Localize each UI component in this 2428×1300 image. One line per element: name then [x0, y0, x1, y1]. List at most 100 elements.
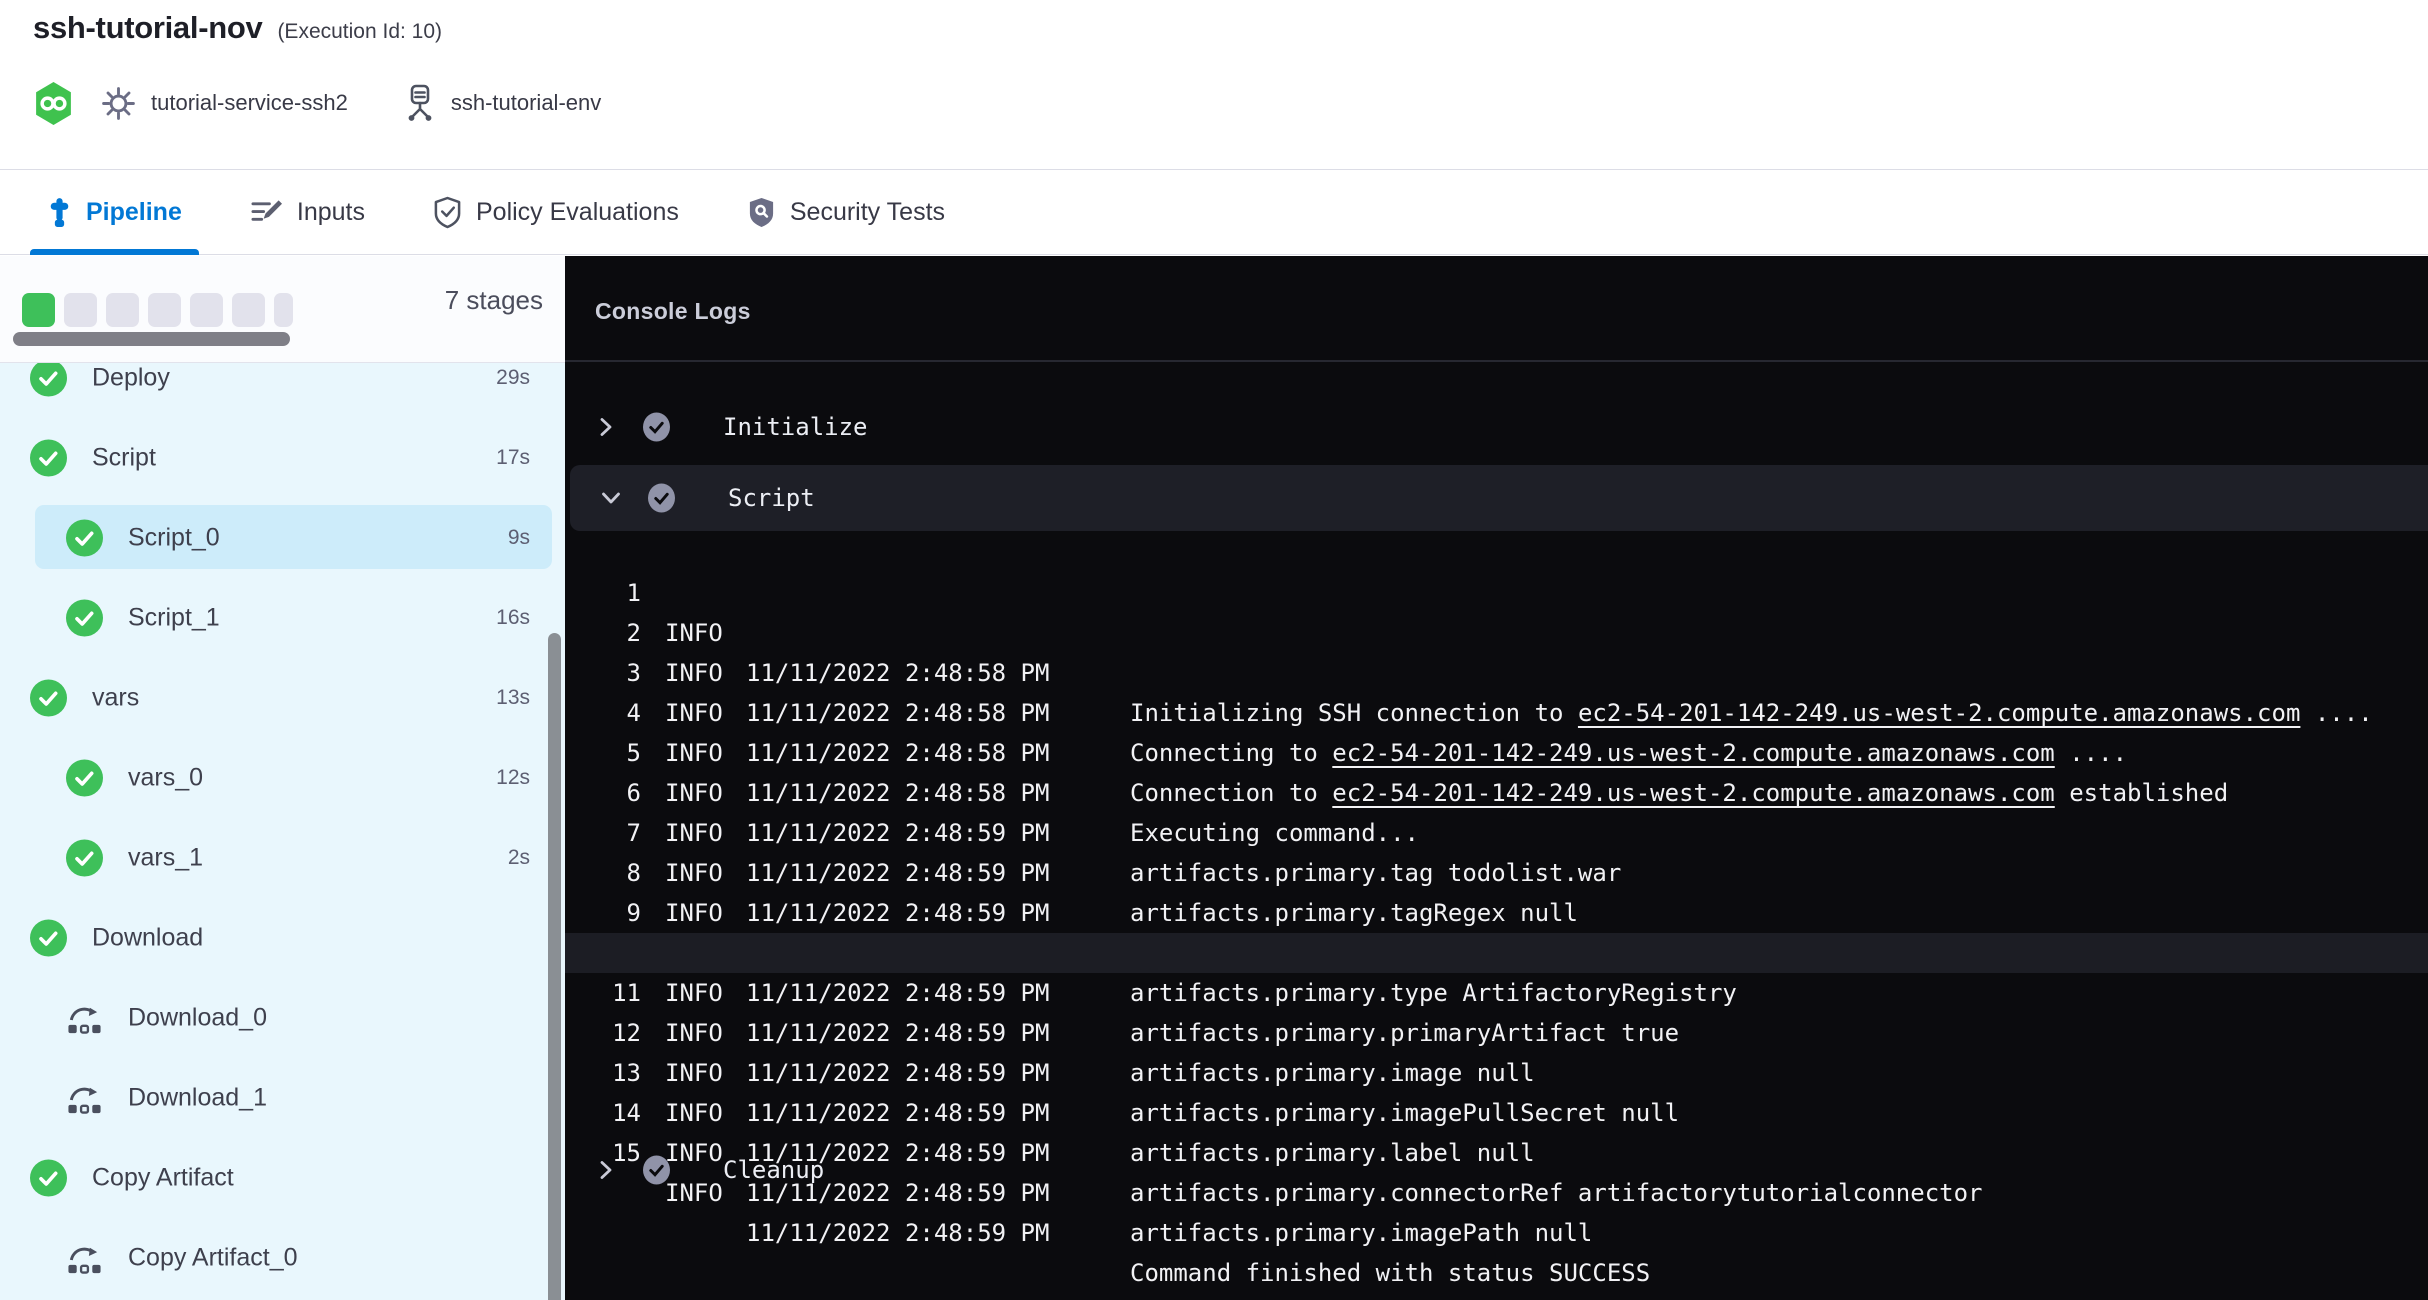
log-message: Command finished with status SUCCESS	[1130, 1253, 1650, 1293]
stage-row[interactable]: Download	[0, 898, 565, 978]
section-label: Cleanup	[723, 1156, 824, 1184]
stage-row[interactable]: Copy Artifact	[0, 1138, 565, 1218]
log-row: 1 INFO 11/11/2022 2:48:58 PM Initializin…	[565, 533, 2428, 573]
stage-label: Script_0	[128, 524, 220, 553]
progress-square[interactable]	[274, 293, 293, 327]
stage-duration: 9s	[508, 526, 530, 550]
log-row: 7 INFO 11/11/2022 2:48:59 PM artifacts.p…	[565, 773, 2428, 813]
stage-count-label: 7 stages	[445, 285, 543, 316]
vertical-scrollbar[interactable]	[548, 633, 561, 1300]
stage-row[interactable]: Download_1	[0, 1058, 565, 1138]
log-row: 14 INFO 11/11/2022 2:48:59 PM artifacts.…	[565, 1053, 2428, 1093]
log-section-script[interactable]: Script	[570, 465, 2428, 531]
step-group-icon	[66, 1240, 103, 1277]
stage-label: Copy Artifact	[92, 1164, 234, 1193]
stage-row[interactable]: Script 17s	[0, 418, 565, 498]
page-header: ssh-tutorial-nov (Execution Id: 10) tuto…	[0, 0, 2428, 169]
tab-label: Policy Evaluations	[476, 198, 679, 227]
stage-row[interactable]: vars_1 2s	[0, 818, 565, 898]
log-row: 3 INFO 11/11/2022 2:48:58 PM Connection …	[565, 613, 2428, 653]
log-message: artifacts.primary.imagePath null	[1130, 1213, 1592, 1253]
pipeline-icon	[47, 196, 72, 229]
tab-security-tests[interactable]: Security Tests	[730, 170, 962, 254]
stage-duration: 13s	[496, 686, 530, 710]
stage-label: vars_0	[128, 764, 203, 793]
stage-duration: 17s	[496, 446, 530, 470]
stage-progress-squares	[22, 293, 293, 327]
stage-label: Copy Artifact_0	[128, 1244, 298, 1273]
log-row: 13 INFO 11/11/2022 2:48:59 PM artifacts.…	[565, 1013, 2428, 1053]
stage-row[interactable]: Copy Artifact_0	[0, 1218, 565, 1298]
stage-row[interactable]: Download_0	[0, 978, 565, 1058]
log-section-initialize[interactable]: Initialize	[565, 395, 2428, 459]
progress-square[interactable]	[190, 293, 223, 327]
stage-row[interactable]: vars 13s	[0, 658, 565, 738]
log-row: 12 INFO 11/11/2022 2:48:59 PM artifacts.…	[565, 973, 2428, 1013]
pipeline-execution-page: ssh-tutorial-nov (Execution Id: 10) tuto…	[0, 0, 2428, 1300]
progress-square[interactable]	[64, 293, 97, 327]
tab-pipeline[interactable]: Pipeline	[30, 170, 199, 254]
log-row: 10 INFO 11/11/2022 2:48:59 PM artifacts.…	[565, 893, 2428, 933]
environment-icon	[402, 83, 438, 123]
log-timestamp: 11/11/2022 2:48:59 PM	[746, 1213, 1049, 1253]
stage-sidebar: Deploy 29s Script 17s	[0, 256, 565, 1300]
tab-bar: Pipeline Inputs Policy Evaluations	[0, 169, 2428, 255]
security-shield-icon	[747, 196, 776, 229]
stage-label: Script_1	[128, 604, 220, 633]
section-label: Script	[728, 484, 815, 512]
success-check-icon	[66, 840, 103, 877]
stage-row[interactable]: Script_1 16s	[0, 578, 565, 658]
log-row: 9 INFO 11/11/2022 2:48:59 PM artifacts.p…	[565, 853, 2428, 893]
progress-square[interactable]	[106, 293, 139, 327]
horizontal-scrollbar[interactable]	[13, 332, 290, 346]
tab-label: Pipeline	[86, 198, 182, 227]
log-msg-pre: Command finished with status SUCCESS	[1130, 1259, 1650, 1287]
stage-label: Script	[92, 444, 156, 473]
chevron-right-icon	[595, 416, 617, 438]
policy-shield-icon	[433, 196, 462, 229]
progress-square[interactable]	[22, 293, 55, 327]
progress-square[interactable]	[232, 293, 265, 327]
chevron-right-icon	[595, 1159, 617, 1181]
sidebar-header: 7 stages	[0, 256, 565, 363]
log-row: 6 INFO 11/11/2022 2:48:59 PM artifacts.p…	[565, 733, 2428, 773]
log-section-cleanup[interactable]: Cleanup	[565, 1138, 2428, 1202]
stage-duration: 29s	[496, 366, 530, 390]
stage-label: vars_1	[128, 844, 203, 873]
console-divider	[565, 360, 2428, 362]
harness-cd-icon	[33, 81, 74, 126]
stage-label: Deploy	[92, 364, 170, 393]
stage-label: Download_0	[128, 1004, 267, 1033]
stage-label: Download	[92, 924, 203, 953]
tab-inputs[interactable]: Inputs	[233, 170, 382, 254]
stage-row[interactable]: Script_0 9s	[0, 498, 565, 578]
success-check-icon	[66, 760, 103, 797]
service-name[interactable]: tutorial-service-ssh2	[151, 90, 348, 116]
environment-name[interactable]: ssh-tutorial-env	[451, 90, 601, 116]
progress-square[interactable]	[148, 293, 181, 327]
tab-policy-evaluations[interactable]: Policy Evaluations	[416, 170, 696, 254]
service-gear-icon	[100, 85, 137, 122]
tab-label: Security Tests	[790, 198, 945, 227]
success-check-icon	[30, 1160, 67, 1197]
stage-list: Deploy 29s Script 17s	[0, 256, 565, 1300]
success-check-icon	[30, 440, 67, 477]
success-check-icon	[66, 520, 103, 557]
console-logs-title: Console Logs	[595, 298, 751, 325]
step-group-icon	[66, 1080, 103, 1117]
section-label: Initialize	[723, 413, 868, 441]
log-msg-pre: artifacts.primary.imagePath null	[1130, 1219, 1592, 1247]
success-check-icon	[66, 600, 103, 637]
stage-duration: 2s	[508, 846, 530, 870]
execution-id-label: (Execution Id: 10)	[277, 20, 442, 44]
step-group-icon	[66, 1000, 103, 1037]
chevron-down-icon	[600, 487, 622, 509]
inputs-icon	[250, 197, 283, 228]
tab-label: Inputs	[297, 198, 365, 227]
meta-row: tutorial-service-ssh2 ssh-tutorial-env	[33, 80, 601, 126]
log-row: 4 INFO 11/11/2022 2:48:58 PM Executing c…	[565, 653, 2428, 693]
stage-row[interactable]: vars_0 12s	[0, 738, 565, 818]
stage-label: vars	[92, 684, 139, 713]
title-line: ssh-tutorial-nov (Execution Id: 10)	[33, 10, 442, 46]
page-title: ssh-tutorial-nov	[33, 10, 262, 46]
